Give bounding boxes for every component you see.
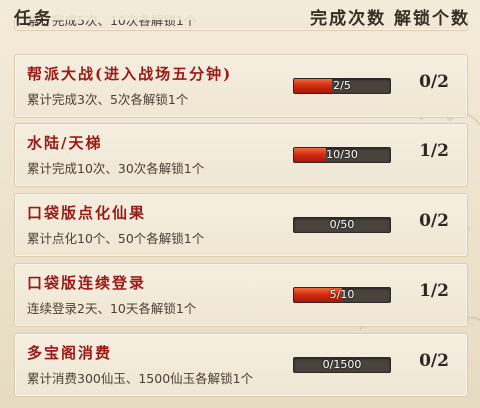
header-count-label: 完成次数 解锁个数	[310, 9, 470, 29]
progress-text: 0/1500	[322, 358, 362, 371]
progress-bar: 0/1500	[293, 357, 391, 373]
unlock-count: 1/2	[419, 141, 449, 161]
progress-bar: 10/30	[293, 147, 391, 163]
progress-bar: 5/10	[293, 287, 391, 303]
task-row: 口袋版点化仙果 累计点化10个、50个各解锁1个 0/50 0/2	[14, 193, 468, 257]
task-list: 累计完成5次、10次各解锁1个 任务 完成次数 解锁个数 帮派大战(进入战场五分…	[0, 0, 480, 408]
task-title: 口袋版连续登录	[27, 274, 147, 292]
progress-text: 10/30	[326, 148, 358, 161]
task-description: 累计完成10次、30次各解锁1个	[27, 161, 205, 176]
progress-text: 0/50	[329, 218, 355, 231]
header-task-label: 任务	[14, 9, 54, 29]
task-title: 多宝阁消费	[27, 344, 113, 362]
task-title: 帮派大战(进入战场五分钟)	[27, 65, 233, 83]
progress-text: 2/5	[333, 79, 351, 92]
task-row: 帮派大战(进入战场五分钟) 累计完成3次、5次各解锁1个 2/5 0/2	[14, 54, 468, 118]
list-header: 任务 完成次数 解锁个数	[0, 0, 480, 29]
unlock-count: 0/2	[419, 72, 449, 92]
unlock-count: 1/2	[419, 281, 449, 301]
task-description: 累计消费300仙玉、1500仙玉各解锁1个	[27, 371, 254, 386]
unlock-count: 0/2	[419, 351, 449, 371]
task-title: 口袋版点化仙果	[27, 204, 147, 222]
progress-bar: 2/5	[293, 78, 391, 94]
task-row: 多宝阁消费 累计消费300仙玉、1500仙玉各解锁1个 0/1500 0/2	[14, 333, 468, 397]
task-description: 连续登录2天、10天各解锁1个	[27, 301, 197, 316]
task-description: 累计完成3次、5次各解锁1个	[27, 92, 189, 107]
task-description: 累计点化10个、50个各解锁1个	[27, 231, 205, 246]
task-row: 口袋版连续登录 连续登录2天、10天各解锁1个 5/10 1/2	[14, 263, 468, 327]
progress-text: 5/10	[329, 288, 355, 301]
task-title: 水陆/天梯	[27, 134, 103, 152]
task-row: 水陆/天梯 累计完成10次、30次各解锁1个 10/30 1/2	[14, 123, 468, 187]
task-panel: 累计完成5次、10次各解锁1个 任务 完成次数 解锁个数 帮派大战(进入战场五分…	[0, 0, 480, 408]
progress-bar: 0/50	[293, 217, 391, 233]
unlock-count: 0/2	[419, 211, 449, 231]
